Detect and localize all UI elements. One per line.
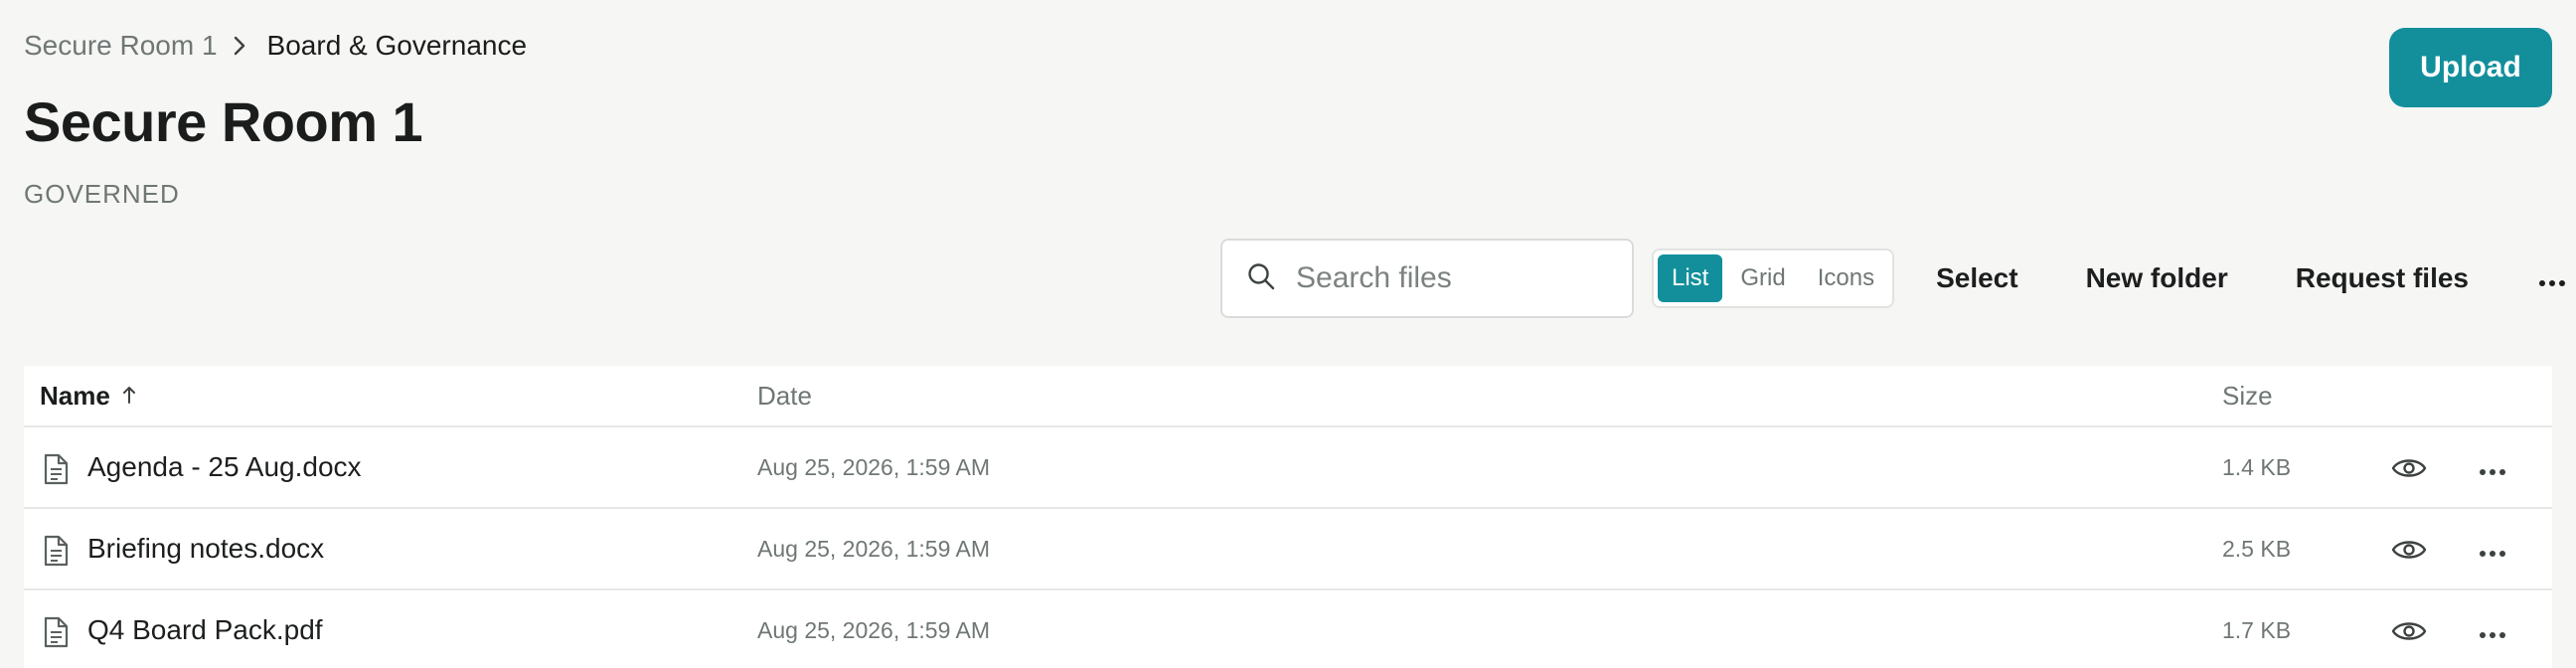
file-name[interactable]: Briefing notes.docx — [87, 533, 324, 565]
row-more-icon[interactable] — [2479, 626, 2506, 644]
view-option-grid[interactable]: Grid — [1726, 254, 1799, 302]
file-size: 2.5 KB — [2222, 535, 2292, 562]
row-more-icon[interactable] — [2479, 463, 2506, 481]
document-icon — [42, 453, 70, 490]
file-date: Aug 25, 2026, 1:59 AM — [757, 535, 991, 562]
breadcrumb: Secure Room 1 Board & Governance — [24, 30, 527, 62]
request-files-button[interactable]: Request files — [2296, 262, 2469, 294]
table-row[interactable]: Briefing notes.docx Aug 25, 2026, 1:59 A… — [24, 509, 2552, 590]
table-row[interactable]: Q4 Board Pack.pdf Aug 25, 2026, 1:59 AM … — [24, 590, 2552, 668]
column-header-size[interactable]: Size — [2222, 381, 2273, 412]
column-header-date[interactable]: Date — [757, 381, 812, 412]
search-input[interactable] — [1296, 261, 1614, 295]
preview-eye-icon[interactable] — [2391, 455, 2427, 486]
preview-eye-icon[interactable] — [2391, 618, 2427, 649]
file-table: Name Date Size Agenda - 25 Aug.docx Aug … — [24, 366, 2552, 668]
table-row[interactable]: Agenda - 25 Aug.docx Aug 25, 2026, 1:59 … — [24, 427, 2552, 509]
breadcrumb-current: Board & Governance — [266, 30, 528, 61]
search-icon — [1246, 261, 1276, 296]
file-name[interactable]: Agenda - 25 Aug.docx — [87, 451, 362, 483]
table-header: Name Date Size — [24, 366, 2552, 427]
file-name[interactable]: Q4 Board Pack.pdf — [87, 614, 323, 646]
preview-eye-icon[interactable] — [2391, 537, 2427, 568]
select-button[interactable]: Select — [1936, 262, 2018, 294]
view-option-icons[interactable]: Icons — [1804, 254, 1888, 302]
row-more-icon[interactable] — [2479, 545, 2506, 563]
column-header-name-label: Name — [40, 380, 110, 411]
chevron-right-icon — [232, 35, 253, 57]
column-header-name[interactable]: Name — [40, 381, 136, 412]
new-folder-button[interactable]: New folder — [2086, 262, 2228, 294]
room-status-label: GOVERNED — [24, 179, 180, 209]
file-date: Aug 25, 2026, 1:59 AM — [757, 453, 991, 480]
document-icon — [42, 616, 70, 653]
upload-button[interactable]: Upload — [2389, 28, 2552, 107]
document-icon — [42, 535, 70, 572]
view-toggle: List Grid Icons — [1652, 249, 1895, 308]
file-size: 1.7 KB — [2222, 616, 2292, 643]
file-toolbar: List Grid Icons Select New folder Reques… — [1220, 239, 2566, 318]
breadcrumb-parent-link[interactable]: Secure Room 1 — [24, 30, 218, 62]
search-box[interactable] — [1220, 239, 1634, 318]
more-horizontal-icon — [2538, 262, 2566, 294]
sort-ascending-icon — [122, 381, 136, 412]
file-size: 1.4 KB — [2222, 453, 2292, 480]
file-date: Aug 25, 2026, 1:59 AM — [757, 616, 991, 643]
view-option-list[interactable]: List — [1658, 254, 1723, 302]
more-options-button[interactable] — [2538, 262, 2566, 294]
page-title: Secure Room 1 — [24, 90, 423, 153]
